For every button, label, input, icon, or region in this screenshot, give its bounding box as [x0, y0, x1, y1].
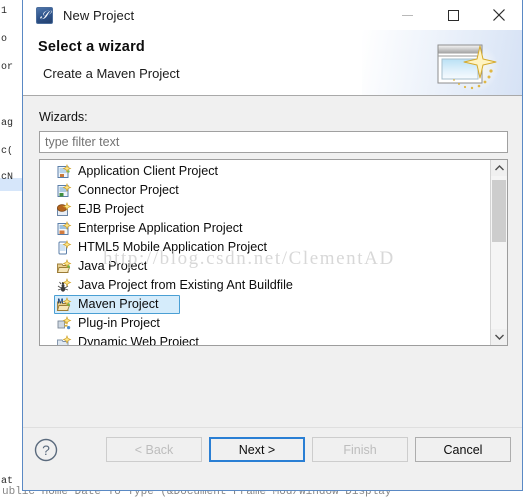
maximize-icon[interactable] [430, 0, 476, 30]
dialog-button-row: < Back Next > Finish Cancel [106, 437, 511, 462]
list-item[interactable]: HTML5 Mobile Application Project [40, 238, 490, 257]
list-item[interactable]: Enterprise Application Project [40, 219, 490, 238]
list-item-label: Dynamic Web Project [78, 335, 199, 345]
project-wizard-icon [56, 334, 72, 345]
backdrop-code-line: c( [1, 146, 14, 157]
backdrop-code-line: ag [1, 118, 14, 129]
list-item[interactable]: Plug-in Project [40, 314, 490, 333]
list-item[interactable]: Application Client Project [40, 162, 490, 181]
backdrop-code-line: o [1, 34, 8, 45]
wizard-tree-list[interactable]: Application Client Project Connector Pro… [40, 160, 490, 345]
list-item-maven-project[interactable]: M Maven Project [40, 295, 490, 314]
backdrop-code-line: 1 [1, 6, 8, 17]
ejb-wizard-icon [56, 201, 72, 218]
chevron-down-icon[interactable] [491, 329, 507, 345]
wizards-label: Wizards: [39, 110, 88, 124]
back-button[interactable]: < Back [106, 437, 202, 462]
project-wizard-icon [56, 163, 72, 180]
finish-button[interactable]: Finish [312, 437, 408, 462]
new-project-dialog: New Project Select a wizard Create a Mav… [22, 0, 523, 491]
filter-input[interactable] [39, 131, 508, 153]
list-item[interactable]: Dynamic Web Project [40, 333, 490, 345]
page-description: Create a Maven Project [43, 66, 180, 81]
wizard-tree: Application Client Project Connector Pro… [39, 159, 508, 346]
list-item-label: Enterprise Application Project [78, 221, 243, 235]
dialog-titlebar: New Project [23, 0, 522, 30]
dialog-title: New Project [63, 7, 135, 23]
dialog-header: Select a wizard Create a Maven Project [23, 30, 522, 96]
next-button[interactable]: Next > [209, 437, 305, 462]
list-item-label: Connector Project [78, 183, 179, 197]
dialog-footer: ? < Back Next > Finish Cancel [23, 427, 522, 490]
window-controls [384, 0, 522, 30]
eclipse-icon [36, 6, 53, 24]
page-title: Select a wizard [38, 39, 145, 55]
backdrop-code-line: cN [1, 172, 14, 183]
list-item-label: Java Project from Existing Ant Buildfile [78, 278, 293, 292]
ant-wizard-icon [56, 277, 72, 294]
help-icon[interactable]: ? [34, 438, 58, 462]
list-item-label: EJB Project [78, 202, 144, 216]
svg-text:M: M [58, 298, 64, 305]
list-item-label: Plug-in Project [78, 316, 160, 330]
list-item[interactable]: Java Project from Existing Ant Buildfile [40, 276, 490, 295]
backdrop-code-line: or [1, 62, 14, 73]
java-wizard-icon [56, 258, 72, 275]
chevron-up-icon[interactable] [491, 160, 507, 176]
close-icon[interactable] [476, 0, 522, 30]
plugin-wizard-icon [56, 315, 72, 332]
list-item[interactable]: Connector Project [40, 181, 490, 200]
list-item[interactable]: Java Project [40, 257, 490, 276]
scrollbar-track[interactable] [491, 176, 507, 329]
maven-wizard-icon: M [56, 296, 72, 313]
wizard-tree-scrollbar[interactable] [490, 160, 507, 345]
minimize-icon[interactable] [384, 0, 430, 30]
scrollbar-thumb[interactable] [492, 180, 506, 242]
wizard-banner-icon [437, 44, 499, 92]
dialog-body: Wizards: Application Client P [23, 96, 522, 467]
backdrop-editor-gutter: 1 o or ag c( cN at [0, 0, 23, 500]
list-item[interactable]: EJB Project [40, 200, 490, 219]
list-item-label: Maven Project [78, 297, 159, 311]
cancel-button[interactable]: Cancel [415, 437, 511, 462]
list-item-label: Java Project [78, 259, 148, 273]
svg-text:?: ? [42, 442, 50, 458]
project-wizard-icon [56, 182, 72, 199]
project-wizard-icon [56, 220, 72, 237]
html5-wizard-icon [56, 239, 72, 256]
list-item-label: Application Client Project [78, 164, 219, 178]
list-item-label: HTML5 Mobile Application Project [78, 240, 267, 254]
